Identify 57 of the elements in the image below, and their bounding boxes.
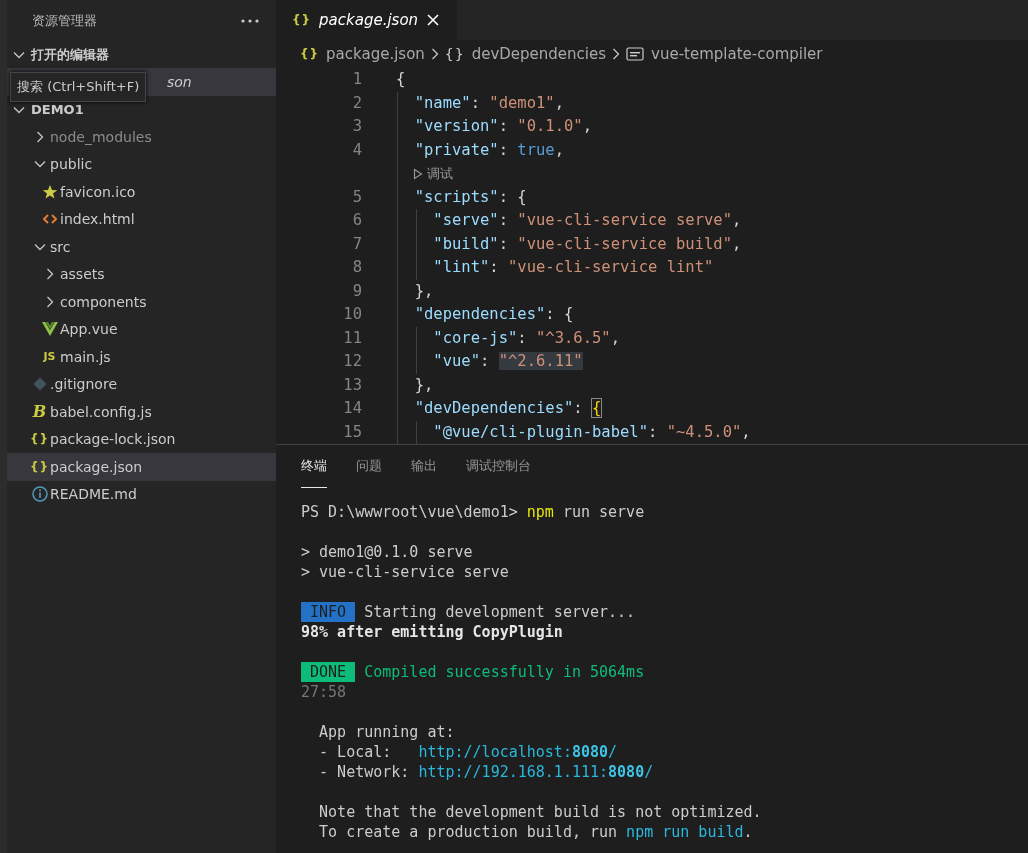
line-number: 2 <box>352 93 362 112</box>
code-line: { <box>396 70 406 88</box>
code-line: "devDependencies": { <box>413 399 602 417</box>
info-badge: INFO <box>301 602 356 622</box>
code-line: "serve": "vue-cli-service serve", <box>432 211 742 229</box>
line-number: 3 <box>352 117 362 135</box>
line-number: 7 <box>352 234 362 253</box>
success-message: Compiled successfully in 5064ms <box>363 662 645 682</box>
command-text: npm <box>526 502 554 522</box>
progress-text: 98% after emitting CopyPlugin <box>301 622 563 642</box>
terminal-text: Note that the development build is not optimized. <box>318 802 762 822</box>
terminal-text: run serve <box>561 502 645 522</box>
terminal-text: PS D:\wwwroot\vue\demo1> <box>301 502 519 522</box>
terminal-text: Starting development server... <box>363 602 636 622</box>
code-line: "dependencies": { <box>413 305 574 323</box>
terminal-text: - Local: <box>318 742 393 762</box>
done-badge: DONE <box>301 662 356 682</box>
code-line: "build": "vue-cli-service build", <box>432 234 742 253</box>
line-number: 5 <box>352 187 362 206</box>
line-number: 15 <box>343 422 362 441</box>
terminal-text: To create a production build, run <box>318 822 619 842</box>
code-line: }, <box>413 375 434 394</box>
code-line: "lint": "vue-cli-service lint" <box>432 258 714 276</box>
braces-icon: {} <box>444 46 465 62</box>
terminal-text: > vue-cli-service serve <box>301 562 509 582</box>
terminal-text: - Network: <box>318 762 411 782</box>
code-line: "name": "demo1", <box>413 93 564 112</box>
braces-icon: {} <box>300 47 320 61</box>
terminal-text: . <box>743 822 753 842</box>
code-line: "private": true, <box>413 140 564 159</box>
code-line: "@vue/cli-plugin-babel": "~4.5.0", <box>432 422 751 441</box>
line-number: 13 <box>343 375 362 394</box>
line-number: 11 <box>343 328 362 347</box>
line-number: 4 <box>352 140 362 159</box>
file-type-icon: {} <box>29 432 50 447</box>
file-type-icon: {} <box>29 459 50 474</box>
tab-label: package.json <box>319 11 419 29</box>
file-type-icon: {} <box>292 13 312 27</box>
code-line: "core-js": "^3.6.5", <box>432 328 620 347</box>
line-number: 9 <box>352 281 362 300</box>
search-tooltip: 搜索 (Ctrl+Shift+F) <box>10 72 147 102</box>
line-number: 10 <box>343 305 362 323</box>
explorer-title: 资源管理器 <box>32 11 97 30</box>
line-number: 8 <box>352 258 362 276</box>
code-line: }, <box>413 281 434 300</box>
code-line: "vue": "^2.6.11" <box>432 352 583 370</box>
file-type-icon: JS <box>43 350 56 364</box>
code-line: "version": "0.1.0", <box>413 117 592 135</box>
line-number: 6 <box>352 211 362 229</box>
line-number: 12 <box>343 352 362 370</box>
file-type-icon: B <box>32 402 47 422</box>
line-number: 1 <box>352 70 362 88</box>
line-number: 14 <box>343 399 362 417</box>
timestamp: 27:58 <box>301 682 347 702</box>
terminal-text: App running at: <box>318 722 455 742</box>
terminal-text: > demo1@0.1.0 serve <box>301 542 473 562</box>
code-line: "scripts": { <box>413 187 527 206</box>
